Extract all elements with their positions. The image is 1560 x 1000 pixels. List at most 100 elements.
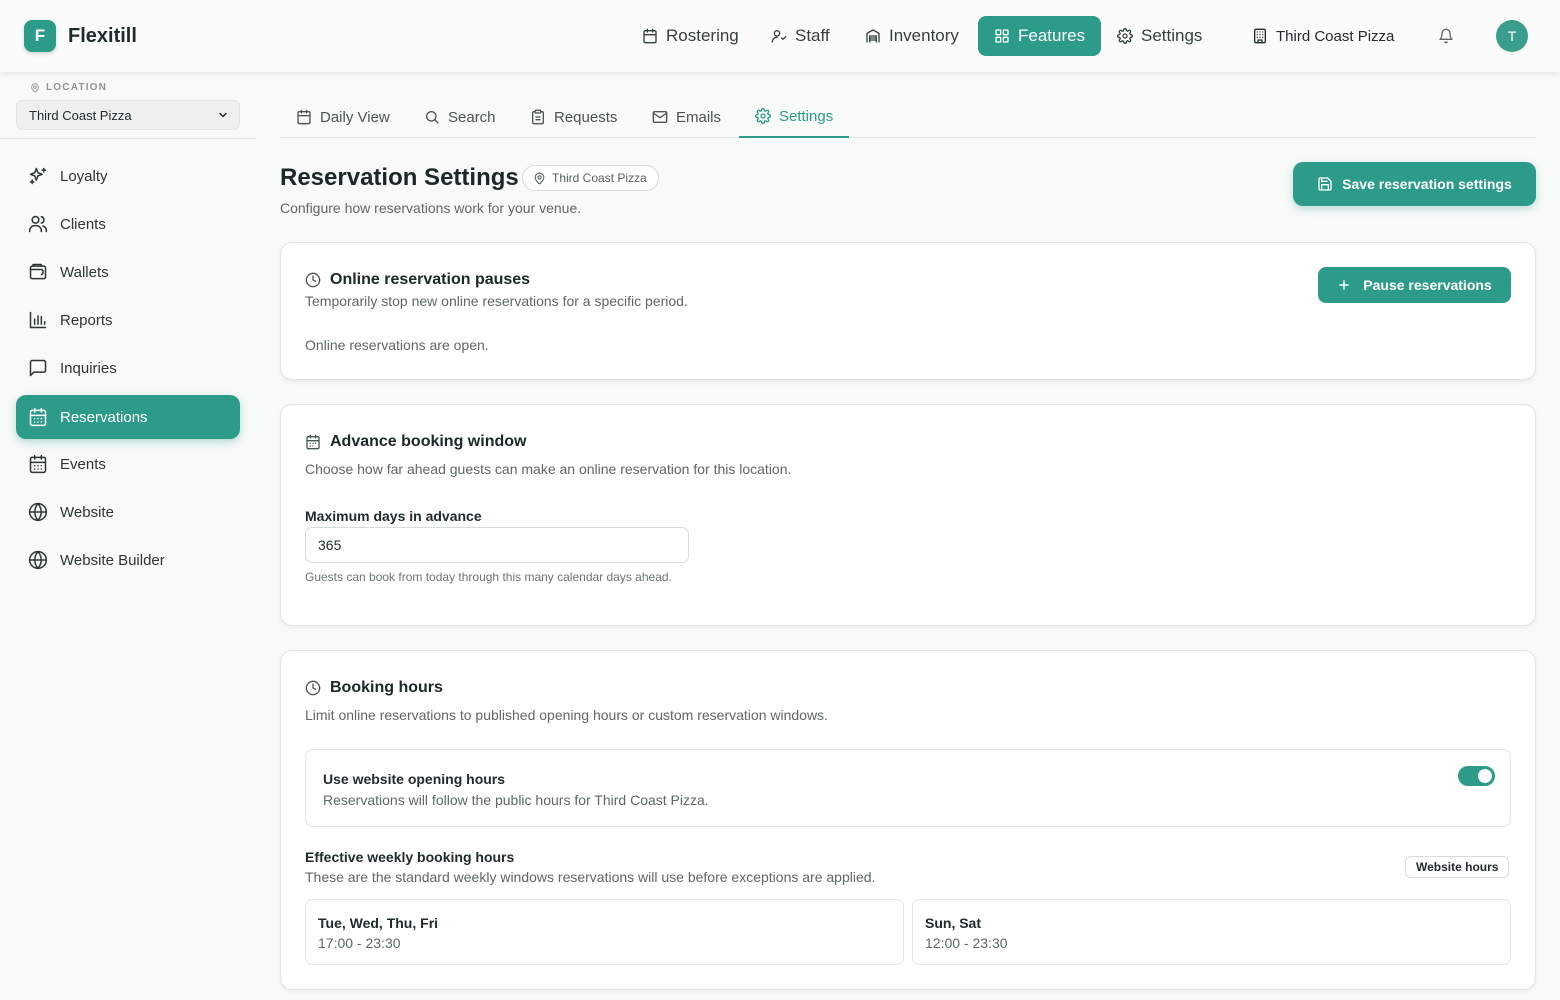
card-title: Booking hours [305, 679, 443, 697]
tab-label: Requests [554, 108, 618, 126]
sidebar-item-website[interactable]: Website [16, 490, 240, 534]
bar-chart-icon [28, 310, 60, 330]
sidebar-item-label: Reports [60, 311, 113, 329]
sidebar-item-events[interactable]: Events [16, 442, 240, 486]
topnav-staff[interactable]: Staff [755, 16, 846, 56]
brand[interactable]: F Flexitill [24, 20, 137, 52]
users-icon [28, 214, 60, 234]
tab-label: Daily View [320, 108, 390, 126]
gear-icon [1117, 28, 1141, 44]
topnav-inventory[interactable]: Inventory [849, 16, 975, 56]
weekly-hours-title: Effective weekly booking hours [305, 849, 515, 865]
sidebar-divider [0, 138, 256, 139]
search-icon [424, 109, 448, 125]
tab-settings[interactable]: Settings [739, 96, 850, 138]
venue-name: Third Coast Pizza [1276, 27, 1395, 45]
max-days-label: Maximum days in advance [305, 508, 482, 524]
hours-time: 17:00 - 23:30 [318, 935, 401, 951]
sidebar-item-reports[interactable]: Reports [16, 298, 240, 342]
card-description: Temporarily stop new online reservations… [305, 293, 688, 309]
location-select-value: Third Coast Pizza [29, 107, 132, 123]
hours-window: Tue, Wed, Thu, Fri 17:00 - 23:30 [305, 899, 904, 965]
bell-icon [1438, 28, 1454, 44]
calendar-days-icon [28, 454, 60, 474]
card-description: Limit online reservations to published o… [305, 707, 828, 723]
topnav-settings[interactable]: Settings [1101, 16, 1218, 56]
venue-pill: Third Coast Pizza [522, 165, 659, 191]
tab-label: Search [448, 108, 496, 126]
calendar-icon [642, 28, 666, 44]
sidebar-item-loyalty[interactable]: Loyalty [16, 154, 240, 198]
sidebar-item-label: Clients [60, 215, 106, 233]
sidebar-item-inquiries[interactable]: Inquiries [16, 346, 240, 390]
brand-name: Flexitill [68, 24, 137, 47]
page-subtitle: Configure how reservations work for your… [280, 200, 582, 216]
avatar[interactable]: T [1496, 20, 1528, 52]
card-title: Online reservation pauses [305, 271, 530, 289]
mail-icon [652, 109, 676, 125]
sidebar-item-wallets[interactable]: Wallets [16, 250, 240, 294]
venue-switcher[interactable]: Third Coast Pizza [1240, 16, 1406, 56]
plus-icon [1337, 278, 1363, 292]
card-title-text: Advance booking window [330, 433, 527, 450]
sidebar-item-label: Loyalty [60, 167, 108, 185]
notifications-button[interactable] [1430, 20, 1462, 52]
advance-booking-card: Advance booking window Choose how far ah… [280, 404, 1536, 626]
sparkles-icon [28, 166, 60, 186]
tab-requests[interactable]: Requests [514, 96, 633, 138]
hours-days: Tue, Wed, Thu, Fri [318, 915, 439, 931]
reservation-pauses-card: Online reservation pauses Temporarily st… [280, 242, 1536, 380]
clipboard-icon [530, 109, 554, 125]
top-bar: F Flexitill Rostering Staff Inventory Fe… [0, 0, 1560, 72]
venue-pill-label: Third Coast Pizza [552, 171, 647, 185]
card-title-text: Booking hours [330, 679, 443, 696]
calendar-days-icon [28, 407, 60, 427]
pause-button-label: Pause reservations [1363, 277, 1492, 293]
calendar-icon [305, 434, 330, 450]
tab-search[interactable]: Search [408, 96, 512, 138]
reservation-tabs: Daily View Search Requests Emails Settin… [280, 96, 1536, 138]
sidebar-item-label: Inquiries [60, 359, 117, 377]
sidebar-item-clients[interactable]: Clients [16, 202, 240, 246]
toggle-knob [1478, 769, 1492, 783]
card-title-text: Online reservation pauses [330, 271, 531, 288]
tab-label: Settings [779, 107, 834, 125]
chevron-down-icon [217, 109, 229, 121]
sidebar-item-label: Reservations [60, 408, 148, 426]
hours-time: 12:00 - 23:30 [925, 935, 1008, 951]
pause-reservations-button[interactable]: Pause reservations [1318, 267, 1511, 303]
map-pin-icon [30, 82, 46, 93]
toggle-title: Use website opening hours [323, 771, 506, 787]
topnav-features[interactable]: Features [978, 16, 1102, 56]
location-select[interactable]: Third Coast Pizza [16, 100, 240, 130]
save-button-label: Save reservation settings [1342, 176, 1512, 192]
card-title: Advance booking window [305, 433, 526, 451]
sidebar-item-website-builder[interactable]: Website Builder [16, 538, 240, 582]
website-hours-badge: Website hours [1405, 856, 1510, 878]
website-hours-toggle-row: Use website opening hours Reservations w… [305, 749, 1511, 827]
map-pin-icon [533, 172, 552, 185]
tab-emails[interactable]: Emails [636, 96, 737, 138]
save-settings-button[interactable]: Save reservation settings [1293, 162, 1536, 206]
globe-icon [28, 502, 60, 522]
website-hours-toggle[interactable] [1458, 766, 1495, 786]
calendar-icon [296, 109, 320, 125]
hours-window: Sun, Sat 12:00 - 23:30 [912, 899, 1511, 965]
topnav-label: Features [1018, 26, 1086, 45]
grid-icon [994, 28, 1018, 44]
topnav-label: Inventory [889, 26, 959, 45]
wallet-icon [28, 262, 60, 282]
staff-icon [771, 28, 795, 44]
hours-days: Sun, Sat [925, 915, 982, 931]
tab-daily-view[interactable]: Daily View [280, 96, 406, 138]
location-label: LOCATION [30, 82, 107, 93]
topnav-label: Settings [1141, 26, 1203, 45]
message-icon [28, 358, 60, 378]
location-label-text: LOCATION [46, 82, 108, 93]
card-description: Choose how far ahead guests can make an … [305, 461, 792, 477]
topnav-rostering[interactable]: Rostering [626, 16, 755, 56]
clock-icon [305, 272, 330, 288]
sidebar-item-reservations[interactable]: Reservations [16, 395, 240, 439]
brand-logo: F [24, 20, 56, 52]
max-days-input[interactable] [305, 527, 689, 563]
